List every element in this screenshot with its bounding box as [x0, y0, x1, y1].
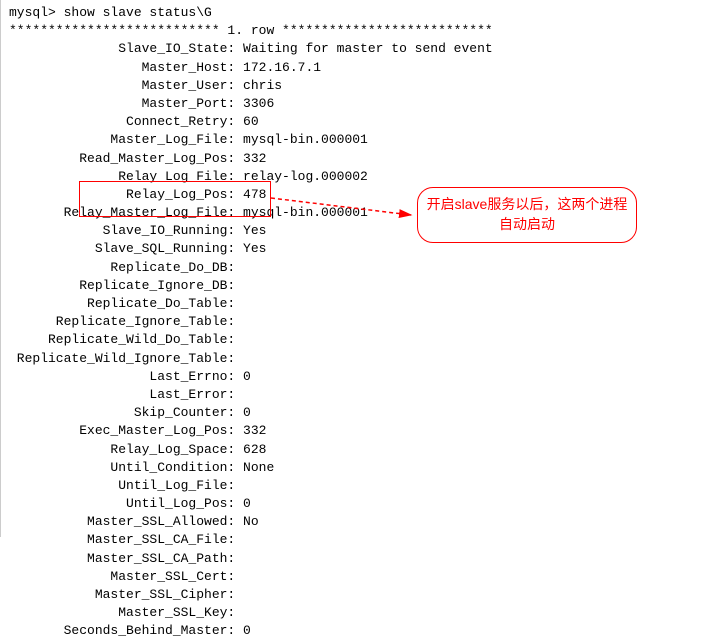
field-Exec_Master_Log_Pos: Exec_Master_Log_Pos: 332 [9, 422, 699, 440]
field-Master_User: Master_User: chris [9, 77, 699, 95]
field-Until_Log_File: Until_Log_File: [9, 477, 699, 495]
field-Master_SSL_CA_File: Master_SSL_CA_File: [9, 531, 699, 549]
prompt-line: mysql> show slave status\G [9, 4, 699, 22]
field-Replicate_Do_DB: Replicate_Do_DB: [9, 259, 699, 277]
field-Read_Master_Log_Pos: Read_Master_Log_Pos: 332 [9, 150, 699, 168]
field-Master_SSL_Allowed: Master_SSL_Allowed: No [9, 513, 699, 531]
field-Skip_Counter: Skip_Counter: 0 [9, 404, 699, 422]
field-Last_Error: Last_Error: [9, 386, 699, 404]
field-Seconds_Behind_Master: Seconds_Behind_Master: 0 [9, 622, 699, 640]
field-Relay_Log_Space: Relay_Log_Space: 628 [9, 441, 699, 459]
field-Slave_IO_State: Slave_IO_State: Waiting for master to se… [9, 40, 699, 58]
field-Replicate_Ignore_DB: Replicate_Ignore_DB: [9, 277, 699, 295]
field-Master_SSL_Cert: Master_SSL_Cert: [9, 568, 699, 586]
field-Replicate_Ignore_Table: Replicate_Ignore_Table: [9, 313, 699, 331]
annotation-box: 开启slave服务以后，这两个进程 自动启动 [417, 187, 637, 243]
field-Connect_Retry: Connect_Retry: 60 [9, 113, 699, 131]
field-Replicate_Do_Table: Replicate_Do_Table: [9, 295, 699, 313]
field-Until_Condition: Until_Condition: None [9, 459, 699, 477]
field-Slave_SQL_Running: Slave_SQL_Running: Yes [9, 240, 699, 258]
field-Master_Host: Master_Host: 172.16.7.1 [9, 59, 699, 77]
annotation-line2: 自动启动 [499, 215, 555, 235]
field-Master_SSL_Cipher: Master_SSL_Cipher: [9, 586, 699, 604]
field-Master_Port: Master_Port: 3306 [9, 95, 699, 113]
field-Replicate_Wild_Do_Table: Replicate_Wild_Do_Table: [9, 331, 699, 349]
annotation-line1: 开启slave服务以后，这两个进程 [427, 195, 628, 215]
field-Master_SSL_CA_Path: Master_SSL_CA_Path: [9, 550, 699, 568]
field-Relay_Log_File: Relay_Log_File: relay-log.000002 [9, 168, 699, 186]
field-Master_SSL_Key: Master_SSL_Key: [9, 604, 699, 622]
field-Master_Log_File: Master_Log_File: mysql-bin.000001 [9, 131, 699, 149]
field-Replicate_Wild_Ignore_Table: Replicate_Wild_Ignore_Table: [9, 350, 699, 368]
field-Last_Errno: Last_Errno: 0 [9, 368, 699, 386]
terminal-output: mysql> show slave status\G**************… [9, 4, 699, 641]
row-header: *************************** 1. row *****… [9, 22, 699, 40]
field-Until_Log_Pos: Until_Log_Pos: 0 [9, 495, 699, 513]
